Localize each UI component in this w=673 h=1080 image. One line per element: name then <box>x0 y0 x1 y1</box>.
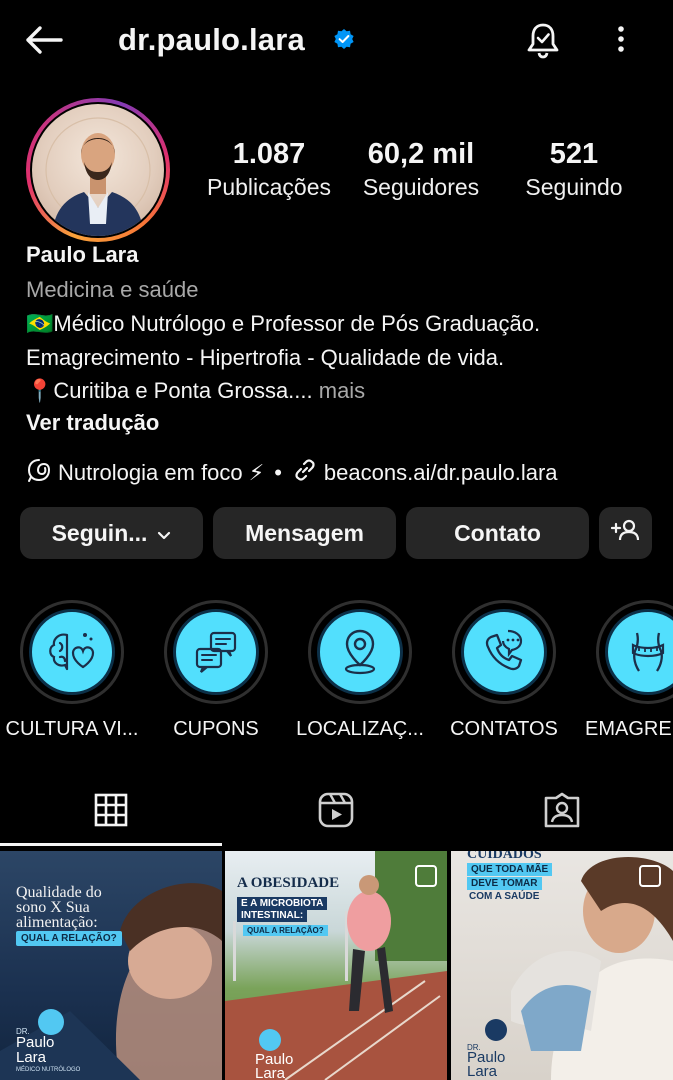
post-1-title: Qualidade do sono X Sua alimentação: <box>16 884 102 931</box>
threads-icon <box>26 457 52 489</box>
stat-followers[interactable]: 60,2 mil Seguidores <box>341 136 501 202</box>
chat-bubbles-icon <box>195 631 237 673</box>
post-thumbnail[interactable]: A OBESIDADE E A MICROBIOTA INTESTINAL: Q… <box>225 851 447 1080</box>
location-pin-icon <box>344 629 376 675</box>
profile-avatar[interactable] <box>26 98 170 242</box>
notification-bell-icon[interactable] <box>524 20 562 60</box>
highlight-cupons[interactable] <box>164 600 268 704</box>
post-1-brand-sub: MÉDICO NUTRÓLOGO <box>16 1067 81 1073</box>
bio-line-3-text: 📍Curitiba e Ponta Grossa.... <box>26 378 313 403</box>
highlight-localizacao[interactable] <box>308 600 412 704</box>
contact-button[interactable]: Contato <box>406 507 589 559</box>
stat-following[interactable]: 521 Seguindo <box>494 136 654 202</box>
post-2-brand: Paulo Lara <box>255 1051 294 1080</box>
following-button-label: Seguin... <box>51 519 148 546</box>
highlight-emagrecimento[interactable] <box>596 600 673 704</box>
bio-line-1: 🇧🇷Médico Nutrólogo e Professor de Pós Gr… <box>26 311 541 336</box>
phone-icon <box>485 629 523 671</box>
brain-heart-icon <box>49 633 95 671</box>
threads-link[interactable]: Nutrologia em foco ⚡ <box>58 460 264 486</box>
reels-icon <box>318 792 354 828</box>
stat-posts[interactable]: 1.087 Publicações <box>189 136 349 202</box>
see-translation-link[interactable]: Ver tradução <box>26 410 159 436</box>
bio-more-link[interactable]: mais <box>313 378 365 403</box>
link-separator: • <box>274 460 282 485</box>
post-2-sub2: INTESTINAL: <box>237 909 308 922</box>
chevron-down-icon <box>157 520 171 547</box>
website-link[interactable]: beacons.ai/dr.paulo.lara <box>324 460 558 486</box>
stat-following-count: 521 <box>549 138 599 170</box>
following-button[interactable]: Seguin... <box>20 507 203 559</box>
post-thumbnail[interactable]: CUIDADOS QUE TODA MÃE DEVE TOMAR COM A S… <box>451 851 673 1080</box>
tagged-icon <box>544 792 580 828</box>
post-1-brand: Paulo Lara <box>16 1034 55 1066</box>
highlight-cultura[interactable] <box>20 600 124 704</box>
post-3-sub1: QUE TODA MÃE <box>467 863 553 876</box>
post-1-tag: QUAL A RELAÇÃO? <box>16 931 122 946</box>
bio-line-2: Emagrecimento - Hipertrofia - Qualidade … <box>26 345 505 370</box>
grid-icon <box>94 793 128 827</box>
post-2-tag: QUAL A RELAÇÃO? <box>243 925 328 936</box>
back-arrow-icon[interactable] <box>24 24 64 56</box>
active-tab-indicator <box>0 843 222 846</box>
highlight-label: CONTATOS <box>450 718 558 740</box>
body-measure-icon <box>631 632 665 672</box>
stat-followers-label: Seguidores <box>362 174 480 200</box>
bio-line-3: 📍Curitiba e Ponta Grossa.... mais <box>26 378 365 404</box>
more-options-icon[interactable] <box>612 24 630 56</box>
stat-posts-count: 1.087 <box>232 138 306 170</box>
stat-following-label: Seguindo <box>525 174 623 200</box>
brand-logo-icon <box>38 1009 64 1035</box>
profile-username: dr.paulo.lara <box>118 22 305 57</box>
tab-posts-grid[interactable] <box>81 785 141 835</box>
message-button[interactable]: Mensagem <box>213 507 396 559</box>
profile-category: Medicina e saúde <box>26 277 199 302</box>
highlight-label: EMAGRE <box>585 718 672 740</box>
profile-links-row: Nutrologia em foco ⚡ • beacons.ai/dr.pau… <box>26 457 558 489</box>
post-3-brand: Paulo Lara <box>467 1049 506 1080</box>
profile-display-name: Paulo Lara <box>26 242 139 267</box>
post-3-sub2: DEVE TOMAR <box>467 877 542 890</box>
carousel-icon <box>639 865 661 887</box>
post-3-title: CUIDADOS <box>467 851 542 862</box>
highlight-label: CULTURA VI... <box>5 718 139 740</box>
tab-tagged[interactable] <box>532 785 592 835</box>
verified-badge-icon <box>333 28 355 50</box>
brand-logo-icon <box>259 1029 281 1051</box>
brand-logo-icon <box>485 1019 507 1041</box>
post-3-sub3: COM A SAÚDE <box>469 891 540 902</box>
stat-posts-label: Publicações <box>206 174 332 200</box>
highlight-label: LOCALIZAÇ... <box>296 718 424 740</box>
highlight-label: CUPONS <box>173 718 259 740</box>
stat-followers-count: 60,2 mil <box>367 138 475 170</box>
add-person-icon <box>610 518 641 548</box>
post-2-title: A OBESIDADE <box>237 875 340 891</box>
tab-reels[interactable] <box>306 785 366 835</box>
post-thumbnail[interactable]: Qualidade do sono X Sua alimentação: QUA… <box>0 851 222 1080</box>
suggest-people-button[interactable] <box>599 507 652 559</box>
highlight-contatos[interactable] <box>452 600 556 704</box>
link-chain-icon <box>292 457 318 489</box>
carousel-icon <box>415 865 437 887</box>
